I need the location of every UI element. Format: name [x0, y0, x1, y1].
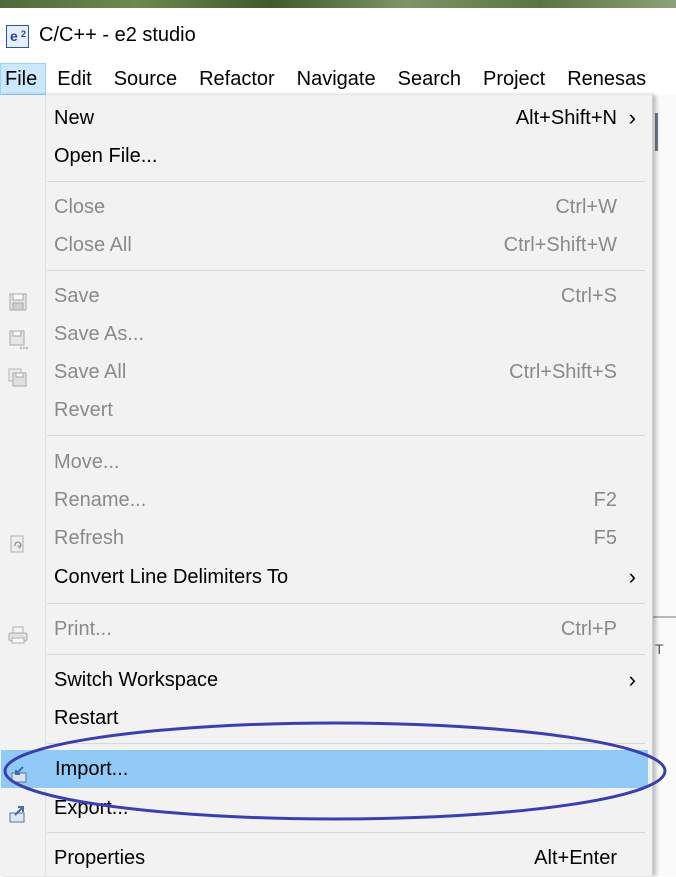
menu-item-save[interactable]: Save Ctrl+S [0, 277, 652, 315]
menu-item-label: Export... [54, 797, 129, 819]
menu-item-label: New [54, 107, 95, 129]
shortcut-label: Ctrl+Shift+S [509, 361, 617, 383]
menu-item-label: Switch Workspace [54, 669, 219, 691]
menu-separator [47, 654, 645, 655]
file-menu-dropdown: New Alt+Shift+N › Open File... Close Ctr… [0, 95, 653, 876]
menu-navigate[interactable]: Navigate [286, 63, 387, 95]
menu-item-save-all[interactable]: Save All Ctrl+Shift+S [0, 353, 652, 391]
menu-item-label: Save As... [54, 323, 145, 345]
window-title: C/C++ - e2 studio [39, 24, 196, 46]
menu-separator [47, 603, 645, 604]
menu-item-close[interactable]: Close Ctrl+W [0, 188, 652, 226]
menu-item-properties[interactable]: Properties Alt+Enter [0, 839, 652, 877]
menu-item-label: Restart [54, 707, 119, 729]
menu-item-label: Open File... [54, 145, 158, 167]
chevron-right-icon: › [628, 667, 636, 692]
menu-item-print[interactable]: Print... Ctrl+P [0, 610, 652, 648]
shortcut-label: Ctrl+S [560, 285, 617, 307]
menu-project[interactable]: Project [472, 63, 556, 95]
menu-item-new[interactable]: New Alt+Shift+N › [0, 99, 652, 137]
menu-item-label: Save All [54, 361, 127, 383]
menu-separator [47, 832, 645, 833]
shortcut-label: Ctrl+Shift+W [503, 234, 617, 256]
menu-source[interactable]: Source [103, 63, 188, 95]
menu-item-rename[interactable]: Rename... F2 [0, 481, 652, 519]
e2-studio-icon: e2 [6, 24, 29, 48]
menu-item-label: Revert [54, 399, 113, 421]
menu-item-label: Rename... [54, 489, 147, 511]
export-icon [8, 799, 28, 823]
menu-separator [47, 181, 645, 182]
import-icon [9, 760, 29, 783]
shortcut-label: Alt+Enter [534, 847, 617, 869]
window-titlebar: e2 C/C++ - e2 studio [0, 8, 676, 63]
save-all-icon [8, 363, 28, 387]
desktop-strip [0, 0, 676, 8]
refresh-icon [8, 529, 28, 553]
shortcut-label: Ctrl+P [560, 618, 617, 640]
editor-background: T [653, 95, 676, 876]
menu-item-export[interactable]: Export... [0, 789, 652, 827]
menu-search[interactable]: Search [387, 63, 472, 95]
save-as-icon [8, 325, 28, 349]
editor-fragment: T [655, 641, 664, 657]
menu-edit[interactable]: Edit [46, 63, 102, 95]
chevron-right-icon: › [628, 564, 636, 589]
menu-item-label: Properties [54, 847, 146, 869]
menu-item-label: Print... [54, 618, 112, 640]
menu-item-convert-line-delimiters[interactable]: Convert Line Delimiters To › [0, 558, 652, 596]
printer-icon [8, 620, 28, 644]
menu-item-import[interactable]: Import... [1, 750, 648, 788]
menubar: File Edit Source Refactor Navigate Searc… [0, 63, 676, 95]
menu-refactor[interactable]: Refactor [188, 63, 286, 95]
menu-item-close-all[interactable]: Close All Ctrl+Shift+W [0, 226, 652, 264]
menu-file[interactable]: File [0, 63, 47, 95]
chevron-right-icon: › [628, 105, 636, 130]
menu-item-switch-workspace[interactable]: Switch Workspace › [0, 661, 652, 699]
menu-item-move[interactable]: Move... [0, 443, 652, 481]
menu-item-label: Move... [54, 451, 120, 473]
menu-item-save-as[interactable]: Save As... [0, 315, 652, 353]
menu-item-label: Save [54, 285, 100, 307]
menu-item-label: Refresh [54, 527, 125, 549]
menu-item-label: Convert Line Delimiters To [54, 566, 289, 588]
shortcut-label: F2 [593, 489, 617, 511]
menu-renesas[interactable]: Renesas [556, 63, 657, 95]
menu-item-restart[interactable]: Restart [0, 699, 652, 737]
save-icon [8, 287, 28, 311]
menu-item-refresh[interactable]: Refresh F5 [0, 519, 652, 557]
menu-separator [47, 270, 645, 271]
menu-separator [47, 435, 645, 436]
menu-separator [47, 743, 645, 744]
menu-item-label: Close All [54, 234, 132, 256]
shortcut-label: F5 [593, 527, 617, 549]
menu-item-open-file[interactable]: Open File... [0, 137, 652, 175]
editor-divider [653, 616, 676, 618]
shortcut-label: Ctrl+W [555, 196, 617, 218]
shortcut-label: Alt+Shift+N [515, 107, 617, 129]
menu-item-label: Close [54, 196, 106, 218]
editor-edge [655, 113, 658, 151]
menu-item-revert[interactable]: Revert [0, 391, 652, 429]
menu-item-label: Import... [55, 758, 129, 780]
